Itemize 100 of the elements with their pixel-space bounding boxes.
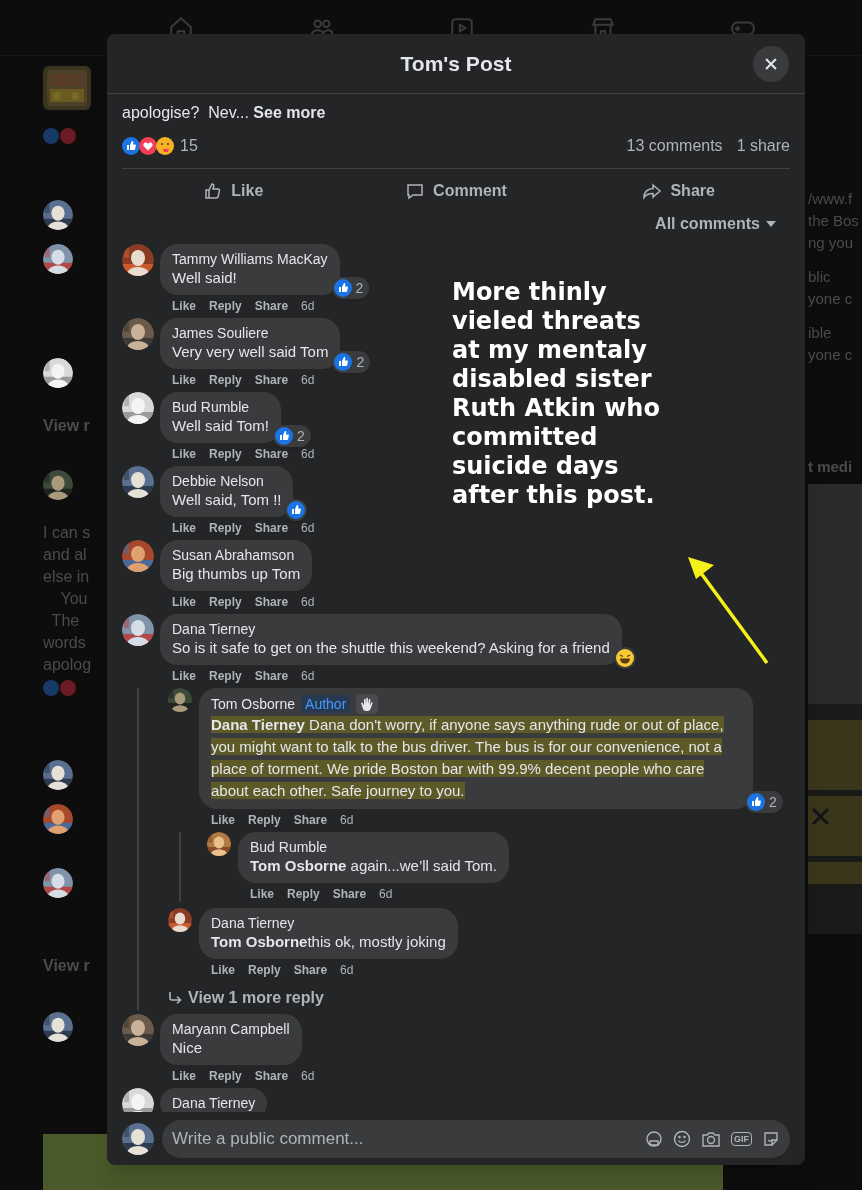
sort-dropdown[interactable]: All comments xyxy=(655,212,776,236)
comment-text: Tom Osbornethis ok, mostly joking xyxy=(211,932,446,952)
commenter-name[interactable]: Dana Tierney xyxy=(172,1094,256,1112)
comment-text: Tom Osborne again...we’ll said Tom. xyxy=(250,856,498,876)
comment-input-field[interactable]: Write a public comment... GIF xyxy=(162,1120,790,1158)
comment-action[interactable]: Reply xyxy=(209,520,242,536)
commenter-name[interactable]: Susan Abrahamson xyxy=(172,546,295,564)
reaction-count[interactable]: 15 xyxy=(180,134,198,158)
waving-hand-icon xyxy=(356,694,379,714)
comment-action[interactable]: Like xyxy=(250,886,274,902)
comment-action[interactable]: Share xyxy=(254,668,289,684)
reaction-badge[interactable]: 2 xyxy=(331,277,370,299)
shares-count[interactable]: 1 share xyxy=(736,134,790,158)
comment-text: So is it safe to get on the shuttle this weekend? Asking for a friend xyxy=(172,638,610,658)
comment-action[interactable]: Reply xyxy=(209,446,242,462)
reaction-badge[interactable]: 2 xyxy=(332,351,371,373)
commenter-name[interactable]: Tom Osborne xyxy=(211,695,296,713)
camera-icon[interactable] xyxy=(701,1130,721,1148)
comment-action[interactable]: Like xyxy=(172,520,196,536)
post-text-line: apolog xyxy=(43,655,93,675)
comment-action[interactable]: Share xyxy=(293,812,328,828)
like-icon xyxy=(43,680,59,696)
comment-action[interactable]: Like xyxy=(172,372,196,388)
comment-action[interactable]: Reply xyxy=(209,298,242,314)
post-action-button[interactable]: Comment xyxy=(344,169,568,212)
sidebar-text: t medi xyxy=(808,457,854,477)
comment-action[interactable]: Share xyxy=(293,962,328,978)
post-text-line: The xyxy=(50,611,81,631)
comment-action[interactable]: Share xyxy=(332,886,367,902)
comment-time[interactable]: 6d xyxy=(379,886,393,902)
commenter-name[interactable]: Bud Rumble xyxy=(172,398,250,416)
comment-action[interactable]: Like xyxy=(211,812,235,828)
reaction-badge[interactable]: 2 xyxy=(273,425,311,447)
sidebar-text: ng you xyxy=(808,233,855,253)
comment-text: Big thumbs up Tom xyxy=(172,564,301,584)
comment-text: Well said, Tom !! xyxy=(172,490,282,510)
comment-action[interactable]: Share xyxy=(254,1068,289,1084)
post-text-line: words xyxy=(43,633,87,653)
comment-action[interactable]: Reply xyxy=(209,594,242,610)
comments-count[interactable]: 13 comments xyxy=(626,134,723,158)
like-icon xyxy=(275,427,293,445)
comment-action[interactable]: Share xyxy=(254,446,289,462)
sidebar-text: the Bos xyxy=(808,211,860,231)
comment-time[interactable]: 6d xyxy=(340,812,354,828)
reaction-badge[interactable] xyxy=(285,499,308,521)
comment-text: Nice xyxy=(172,1038,203,1058)
post-action-button[interactable]: Like xyxy=(122,169,345,212)
comment-action[interactable]: Like xyxy=(172,1068,196,1084)
comment-text: Dana Tierney Dana don't worry, if anyone says anything rude or out of place, you might want to talk to the bus driver. The bus is for our convenience, not a place of torment. We pride Boston bar with 99.9% decent people who care about each other. Safe journey to you. xyxy=(211,715,725,801)
close-button[interactable] xyxy=(753,45,789,82)
comment-time[interactable]: 6d xyxy=(301,668,315,684)
comment-action[interactable]: Like xyxy=(172,446,196,462)
comment-time[interactable]: 6d xyxy=(301,298,315,314)
comment-time[interactable]: 6d xyxy=(301,372,315,388)
see-more-link[interactable]: See more xyxy=(253,104,326,121)
comment-time[interactable]: 6d xyxy=(340,962,354,978)
close-icon xyxy=(764,56,778,71)
comment-action[interactable]: Reply xyxy=(248,962,281,978)
commenter-name[interactable]: Maryann Campbell xyxy=(172,1020,290,1038)
comment-time[interactable]: 6d xyxy=(301,446,315,462)
view-more-replies-link[interactable]: View 1 more reply xyxy=(168,986,324,1010)
comment-action[interactable]: Share xyxy=(254,594,289,610)
sidebar-text: /www.f xyxy=(808,189,854,209)
comment-time[interactable]: 6d xyxy=(301,520,315,536)
comment-action[interactable]: Like xyxy=(172,594,196,610)
like-icon xyxy=(747,793,765,811)
like-icon xyxy=(333,279,352,297)
reply-arrow-icon xyxy=(168,991,182,1005)
post-text-line: else in xyxy=(43,567,91,587)
sticker-icon[interactable] xyxy=(762,1130,780,1148)
comment-action[interactable]: Reply xyxy=(209,372,242,388)
hugging-emoji-icon xyxy=(156,137,174,155)
commenter-name[interactable]: Tammy Williams MacKay xyxy=(172,250,328,268)
gif-button[interactable]: GIF xyxy=(731,1132,752,1146)
comment-action[interactable]: Share xyxy=(254,520,289,536)
comment-time[interactable]: 6d xyxy=(301,594,315,610)
comment-action[interactable]: Reply xyxy=(209,1068,242,1084)
comment-text: Very very well said Tom xyxy=(172,342,329,362)
post-action-button[interactable]: Share xyxy=(567,169,790,212)
comment-time[interactable]: 6d xyxy=(301,1068,315,1084)
comment-action[interactable]: Like xyxy=(211,962,235,978)
comment-action[interactable]: Like xyxy=(172,668,196,684)
sidebar-text: yone c xyxy=(808,345,854,365)
reaction-badge[interactable]: 2 xyxy=(745,791,783,813)
commenter-name[interactable]: Dana Tierney xyxy=(211,914,295,932)
comment-action[interactable]: Reply xyxy=(287,886,320,902)
comment-action[interactable]: Share xyxy=(254,372,289,388)
like-icon xyxy=(43,128,59,144)
reaction-badge[interactable] xyxy=(613,647,636,669)
commenter-name[interactable]: Debbie Nelson xyxy=(172,472,264,490)
comment-action[interactable]: Reply xyxy=(248,812,281,828)
commenter-name[interactable]: James Souliere xyxy=(172,324,269,342)
like-icon xyxy=(122,137,140,155)
avatar-sticker-icon[interactable] xyxy=(645,1130,663,1148)
comment-action[interactable]: Like xyxy=(172,298,196,314)
comment-action[interactable]: Share xyxy=(254,298,289,314)
comment-action[interactable]: Reply xyxy=(209,668,242,684)
commenter-name[interactable]: Bud Rumble xyxy=(250,838,328,856)
commenter-name[interactable]: Dana Tierney xyxy=(172,620,256,638)
emoji-icon[interactable] xyxy=(673,1130,691,1148)
